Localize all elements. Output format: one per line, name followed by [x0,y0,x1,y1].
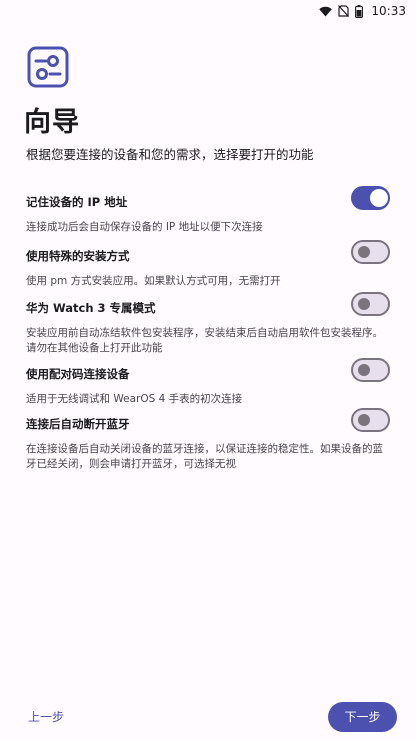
special-install-switch[interactable] [351,240,390,264]
setting-description: 适用于无线调试和 WearOS 4 手表的初次连接 [26,393,243,405]
switch-thumb [370,189,388,207]
status-bar: 10:33 [0,0,416,22]
switch-thumb [358,414,370,426]
switch-thumb [358,364,370,376]
battery-icon [355,4,364,18]
setting-pairing-code[interactable]: 使用配对码连接设备 适用于无线调试和 WearOS 4 手表的初次连接 [26,358,392,407]
huawei-watch-mode-switch[interactable] [351,292,390,316]
switch-thumb [358,298,370,310]
setting-title: 华为 Watch 3 专属模式 [26,301,156,315]
setting-description: 使用 pm 方式安装应用。如果默认方式可用，无需打开 [26,275,281,287]
page-title: 向导 [24,107,80,138]
setting-title: 使用特殊的安装方式 [26,249,130,263]
setting-remember-ip[interactable]: 记住设备的 IP 地址 连接成功后会自动保存设备的 IP 地址以便下次连接 [26,186,392,235]
setting-disconnect-bluetooth[interactable]: 连接后自动断开蓝牙 在连接设备后自动关闭设备的蓝牙连接，以保证连接的稳定性。如果… [26,408,392,472]
no-sim-icon [338,5,350,17]
page-subtitle: 根据您要连接的设备和您的需求，选择要打开的功能 [26,147,314,162]
back-button[interactable]: 上一步 [16,702,76,732]
setting-special-install[interactable]: 使用特殊的安装方式 使用 pm 方式安装应用。如果默认方式可用，无需打开 [26,240,392,289]
remember-ip-switch[interactable] [351,186,390,210]
setting-title: 连接后自动断开蓝牙 [26,417,130,431]
settings-sliders-icon [27,46,69,88]
setting-title: 使用配对码连接设备 [26,367,130,381]
setting-description: 连接成功后会自动保存设备的 IP 地址以便下次连接 [26,221,263,233]
switch-thumb [358,246,370,258]
setting-title: 记住设备的 IP 地址 [26,195,128,209]
next-button[interactable]: 下一步 [328,702,397,732]
setting-huawei-watch-mode[interactable]: 华为 Watch 3 专属模式 安装应用前自动冻结软件包安装程序，安装结束后自动… [26,292,392,356]
wifi-icon [319,6,333,16]
disconnect-bluetooth-switch[interactable] [351,408,390,432]
status-time: 10:33 [371,4,406,18]
setting-description: 在连接设备后自动关闭设备的蓝牙连接，以保证连接的稳定性。如果设备的蓝牙已经关闭，… [26,443,383,470]
pairing-code-switch[interactable] [351,358,390,382]
setting-description: 安装应用前自动冻结软件包安装程序，安装结束后自动启用软件包安装程序。请勿在其他设… [26,327,383,354]
